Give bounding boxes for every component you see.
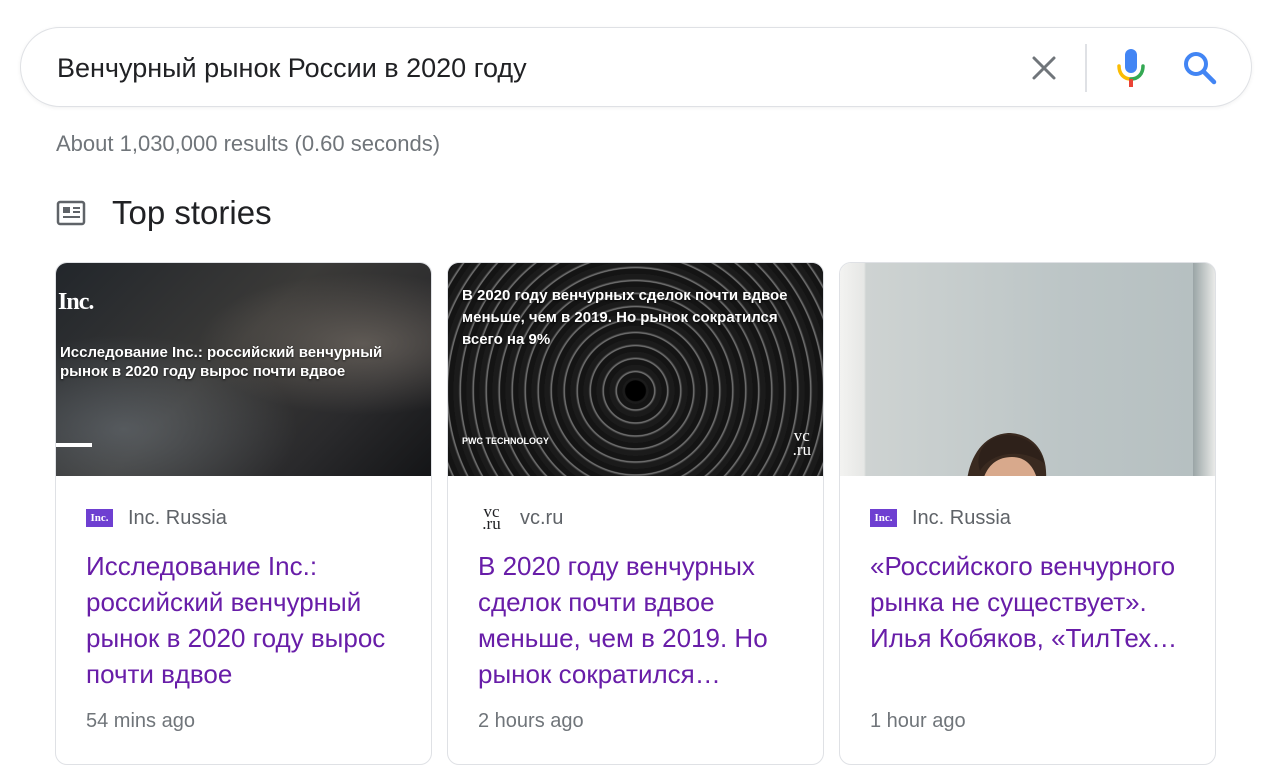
top-stories-header: Top stories: [56, 192, 272, 234]
result-stats: About 1,030,000 results (0.60 seconds): [56, 131, 441, 156]
story-time: 54 mins ago: [86, 710, 195, 732]
thumbnail-logo: vc .ru: [792, 426, 811, 459]
search-bar: [20, 27, 1252, 107]
thumbnail-logo: Inc.: [58, 289, 94, 315]
story-time: 1 hour ago: [870, 710, 966, 732]
story-card[interactable]: Inc. Inc. Russia «Российского венчурного…: [839, 262, 1216, 765]
story-source: Inc. Inc. Russia: [870, 505, 1011, 531]
voice-search-button[interactable]: [1111, 46, 1151, 90]
story-title[interactable]: В 2020 году венчурных сделок почти вдвое…: [478, 548, 798, 692]
story-title[interactable]: «Российского венчурного рынка не существ…: [870, 548, 1190, 656]
story-thumbnail: Inc. Исследование Inc.: российский венчу…: [56, 263, 431, 476]
story-time: 2 hours ago: [478, 710, 584, 732]
story-thumbnail: [840, 263, 1215, 476]
inc-logo-icon: Inc.: [870, 509, 897, 527]
search-icon: [1184, 52, 1217, 85]
story-card[interactable]: Inc. Исследование Inc.: российский венчу…: [55, 262, 432, 765]
story-thumbnail: В 2020 году венчурных сделок почти вдвое…: [448, 263, 823, 476]
source-name: vc.ru: [520, 506, 564, 529]
thumbnail-headline: В 2020 году венчурных сделок почти вдвое…: [462, 287, 788, 348]
section-title: Top stories: [112, 194, 272, 231]
story-source: vc .ru vc.ru: [478, 502, 564, 533]
story-source: Inc. Inc. Russia: [86, 505, 227, 531]
inc-logo-icon: Inc.: [86, 509, 113, 527]
clear-search-button[interactable]: [1025, 49, 1063, 87]
thumbnail-headline: Исследование Inc.: российский венчурный …: [60, 344, 383, 380]
search-bar-divider: [1085, 44, 1087, 92]
story-card[interactable]: В 2020 году венчурных сделок почти вдвое…: [447, 262, 824, 765]
news-icon: [56, 197, 88, 229]
source-name: Inc. Russia: [912, 506, 1011, 529]
search-button[interactable]: [1179, 47, 1221, 89]
thumbnail-accent-bar: [56, 443, 92, 447]
person-photo: [967, 433, 1047, 476]
vc-logo-icon: vc .ru: [482, 502, 501, 533]
source-name: Inc. Russia: [128, 506, 227, 529]
story-title[interactable]: Исследование Inc.: российский венчурный …: [86, 548, 406, 692]
thumbnail-caption: PWC TECHNOLOGY: [462, 436, 549, 446]
microphone-icon: [1117, 49, 1145, 87]
close-icon: [1032, 56, 1056, 80]
search-input[interactable]: [57, 48, 957, 88]
